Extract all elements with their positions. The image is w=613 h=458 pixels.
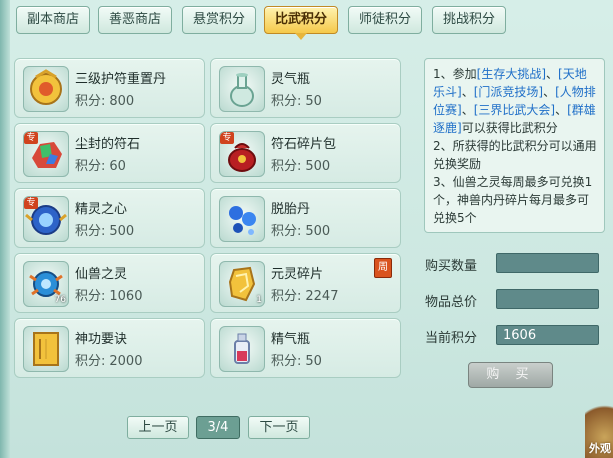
rune-fragment-bag-icon: 专 [219,131,265,177]
rule-1: 1、参加[生存大挑战]、[天地乐斗]、[门派竞技场]、[人物排位赛]、[三界比武… [433,67,596,135]
item-card-beast-spirit[interactable]: 76 仙兽之灵 积分: 1060 [14,253,205,313]
item-card-amulet-reset-pill[interactable]: 三级护符重置丹 积分: 800 [14,58,205,118]
weekly-limit-badge: 周 [374,258,392,278]
exclusive-tag: 专 [24,132,38,144]
amulet-pill-icon [23,66,69,112]
activity-link[interactable]: [门派竞技场] [474,85,543,99]
rule-3: 3、仙兽之灵每周最多可兑换1个，神兽内丹碎片每月最多可兑换5个 [433,175,593,225]
total-price-label: 物品总价 [425,295,478,310]
item-name: 仙兽之灵 [75,267,128,282]
tab-karma-shop[interactable]: 善恶商店 [98,6,172,34]
item-card-spirit-vase[interactable]: 灵气瓶 积分: 50 [210,58,401,118]
item-quantity: 1 [256,295,262,305]
item-name: 脱胎丹 [271,202,311,217]
tab-bounty-points[interactable]: 悬赏积分 [182,6,256,34]
exclusive-tag: 专 [24,197,38,209]
item-card-essence-bottle[interactable]: 精气瓶 积分: 50 [210,318,401,378]
rebirth-pill-icon [219,196,265,242]
item-name: 神功要诀 [75,332,128,347]
beast-spirit-icon: 76 [23,261,69,307]
item-score: 积分: 1060 [75,289,143,304]
item-name: 精灵之心 [75,202,128,217]
item-score: 积分: 500 [75,224,135,239]
spirit-heart-icon: 专 [23,196,69,242]
total-price-field [496,289,599,309]
item-name: 精气瓶 [271,332,311,347]
tab-dungeon-shop[interactable]: 副本商店 [16,6,90,34]
item-card-skill-book[interactable]: 神功要诀 积分: 2000 [14,318,205,378]
item-name: 尘封的符石 [75,137,141,152]
activity-link[interactable]: [生存大挑战] [477,67,546,81]
essence-bottle-icon [219,326,265,372]
item-score: 积分: 2247 [271,289,339,304]
item-card-spirit-heart[interactable]: 专 精灵之心 积分: 500 [14,188,205,248]
prev-page-button[interactable]: 上一页 [127,416,189,439]
tab-duel-points[interactable]: 比武积分 [264,6,338,40]
item-card-rune-fragment-bag[interactable]: 专 符石碎片包 积分: 500 [210,123,401,183]
item-score: 积分: 2000 [75,354,143,369]
item-name: 灵气瓶 [271,72,311,87]
rules-info-panel: 1、参加[生存大挑战]、[天地乐斗]、[门派竞技场]、[人物排位赛]、[三界比武… [424,58,605,233]
item-card-rebirth-pill[interactable]: 脱胎丹 积分: 500 [210,188,401,248]
buy-button[interactable]: 购 买 [468,362,553,388]
item-score: 积分: 60 [75,159,126,174]
next-page-button[interactable]: 下一页 [248,416,310,439]
item-name: 元灵碎片 [271,267,324,282]
item-score: 积分: 800 [75,94,135,109]
page-indicator: 3/4 [196,416,240,439]
activity-link[interactable]: [三界比武大会] [474,103,555,117]
item-card-sealed-rune-stone[interactable]: 专 尘封的符石 积分: 60 [14,123,205,183]
item-name: 符石碎片包 [271,137,337,152]
spirit-vase-icon [219,66,265,112]
item-score: 积分: 500 [271,224,331,239]
exclusive-tag: 专 [220,132,234,144]
rune-stone-icon: 专 [23,131,69,177]
item-card-yuanling-fragment[interactable]: 1 周 元灵碎片 积分: 2247 [210,253,401,313]
item-score: 积分: 50 [271,354,322,369]
buy-quantity-label: 购买数量 [425,259,478,274]
item-quantity: 76 [54,295,66,305]
item-name: 三级护符重置丹 [75,72,167,87]
tab-challenge-points[interactable]: 挑战积分 [432,6,506,34]
shop-window: 副本商店 善恶商店 悬赏积分 比武积分 师徒积分 挑战积分 三级护符重置丹 积分… [0,0,613,458]
current-score-label: 当前积分 [425,331,478,346]
current-score-field: 1606 [496,325,599,345]
item-score: 积分: 500 [271,159,331,174]
rule-2: 2、所获得的比武积分可以通用兑换奖励 [433,139,597,171]
tab-mentor-points[interactable]: 师徒积分 [348,6,422,34]
corner-label[interactable]: 外观 [589,440,611,456]
item-score: 积分: 50 [271,94,322,109]
left-border-decoration [0,0,10,458]
yuanling-fragment-icon: 1 [219,261,265,307]
skill-book-icon [23,326,69,372]
buy-quantity-input[interactable] [496,253,599,273]
